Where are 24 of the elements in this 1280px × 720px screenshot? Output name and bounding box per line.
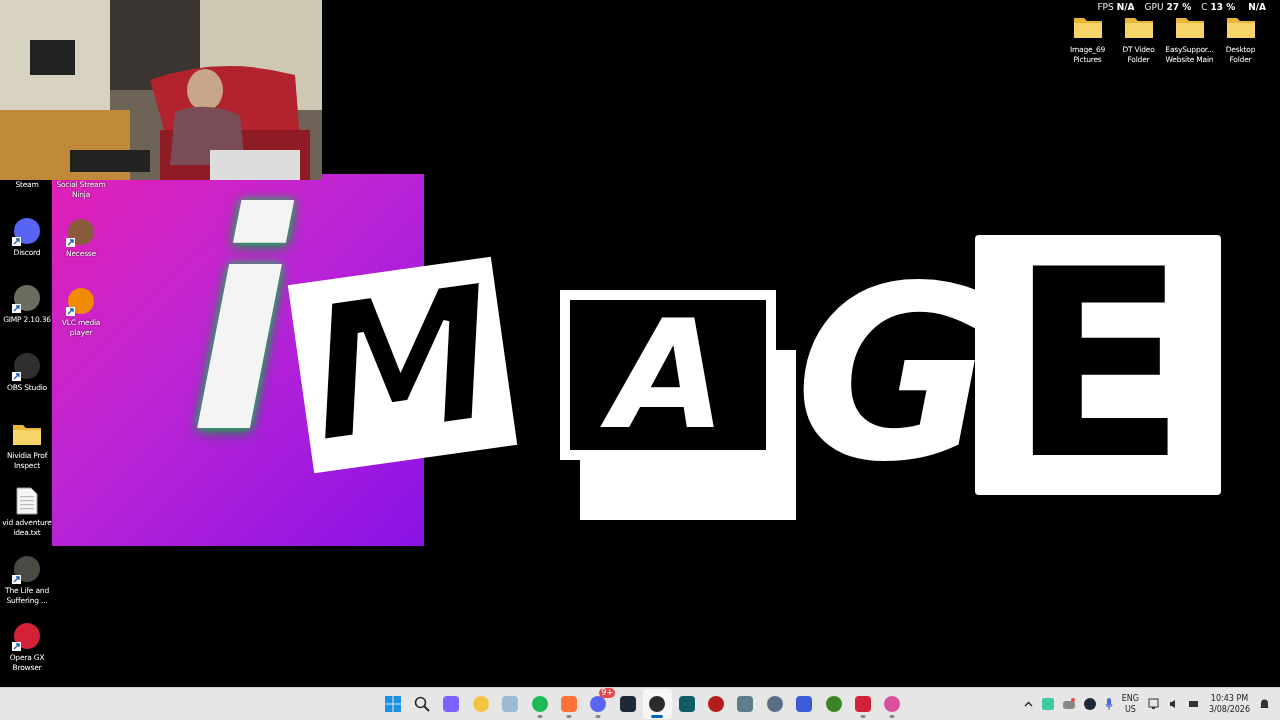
stat-value: 13 %	[1210, 2, 1236, 12]
search-icon	[414, 696, 431, 712]
logo-letter: E	[975, 235, 1221, 495]
stat-label: FPS	[1097, 2, 1114, 12]
stat-label: GPU	[1144, 2, 1164, 12]
tray-app-icon[interactable]	[1083, 698, 1096, 710]
folder-icon	[1225, 15, 1256, 39]
language-indicator[interactable]: ENG US	[1121, 693, 1139, 715]
folder-icon	[1072, 15, 1103, 39]
document-icon	[16, 487, 38, 516]
stat-value: N/A	[1116, 2, 1135, 12]
taskbar-app[interactable]	[642, 689, 672, 719]
folder-icon	[1123, 15, 1154, 39]
chevron-up-icon[interactable]	[1023, 701, 1033, 707]
stat-value: N/A	[1248, 2, 1266, 12]
windows-icon	[384, 696, 401, 712]
stat-value: 27 %	[1166, 2, 1192, 12]
folder-icon	[1174, 15, 1205, 39]
microphone-icon[interactable]	[1104, 697, 1113, 711]
clock[interactable]: 10:43 PM 3/08/2026	[1208, 693, 1250, 715]
notification-badge: 9+	[599, 688, 616, 698]
taskbar-app[interactable]: 9+	[583, 689, 614, 719]
bell-icon[interactable]	[1259, 698, 1270, 710]
stat-label: C	[1201, 2, 1208, 12]
